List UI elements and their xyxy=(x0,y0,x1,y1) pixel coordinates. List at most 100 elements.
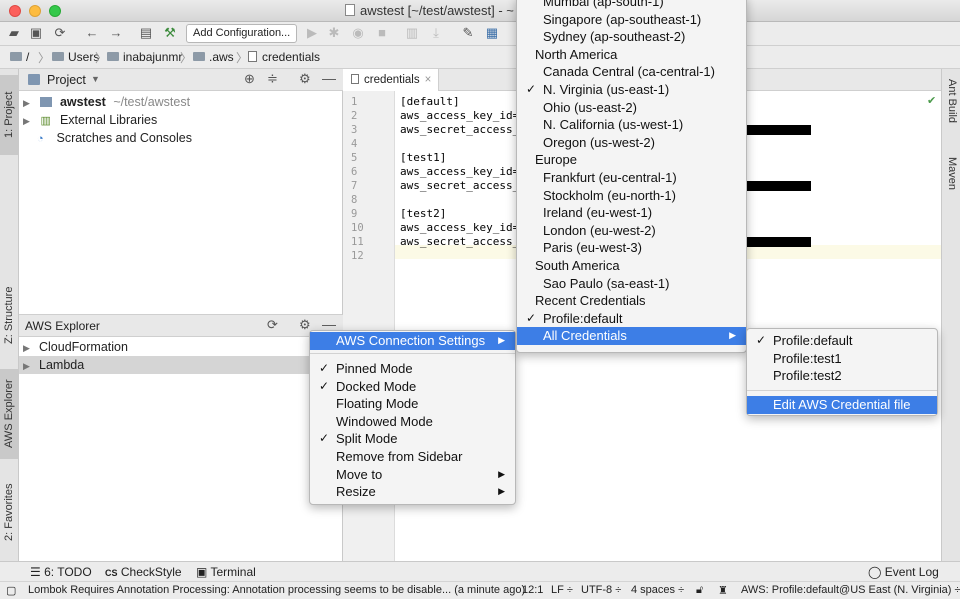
tab-aws-explorer[interactable]: AWS Explorer xyxy=(0,369,19,459)
tab-structure[interactable]: Z: Structure xyxy=(0,275,19,355)
forward-arrow-icon[interactable]: → xyxy=(108,25,124,41)
gear-icon[interactable]: ⚙ xyxy=(299,71,311,87)
menu-item-ohio-us-east-2[interactable]: Ohio (us-east-2) xyxy=(517,99,746,117)
menu-item-move-to[interactable]: Move to ▶ xyxy=(310,466,515,484)
checkmark-icon: ✓ xyxy=(526,310,537,325)
menu-item-sao-paulo-sa-east-1[interactable]: Sao Paulo (sa-east-1) xyxy=(517,275,746,293)
menu-item-profile-default[interactable]: ✓ Profile:default xyxy=(517,310,746,328)
menu-item-london-eu-west-2[interactable]: London (eu-west-2) xyxy=(517,222,746,240)
code-line: aws_access_key_id= xyxy=(400,221,520,234)
menu-item-edit-aws-credential-file[interactable]: Edit AWS Credential file xyxy=(747,396,937,414)
caret-position[interactable]: 12:1 xyxy=(522,584,543,596)
menu-item-all-credentials[interactable]: All Credentials ▶ xyxy=(517,327,746,345)
menu-item-oregon-us-west-2[interactable]: Oregon (us-west-2) xyxy=(517,134,746,152)
menu-item-aws-connection-settings[interactable]: AWS Connection Settings ▶ xyxy=(310,332,515,350)
line-separator[interactable]: LF ÷ xyxy=(551,584,573,596)
menu-item-canada-central-ca-central-1[interactable]: Canada Central (ca-central-1) xyxy=(517,63,746,81)
collapse-icon[interactable]: ≑ xyxy=(267,71,278,87)
menu-item-n-virginia-us-east-1[interactable]: ✓ N. Virginia (us-east-1) xyxy=(517,81,746,99)
breadcrumb-root[interactable]: / xyxy=(10,50,29,64)
tab-ant-build[interactable]: Ant Build xyxy=(942,79,960,145)
menu-item-ireland-eu-west-1[interactable]: Ireland (eu-west-1) xyxy=(517,204,746,222)
tab-todo[interactable]: ☰ 6: TODO xyxy=(30,565,92,579)
menu-item-windowed-mode[interactable]: Windowed Mode xyxy=(310,413,515,431)
run-icon[interactable]: ▶ xyxy=(304,25,320,41)
tab-terminal[interactable]: ▣ Terminal xyxy=(196,565,256,579)
refresh-icon[interactable]: ⟳ xyxy=(267,317,278,333)
status-message[interactable]: Lombok Requires Annotation Processing: A… xyxy=(28,584,525,596)
run-window-icon[interactable]: ▤ xyxy=(138,25,154,41)
breadcrumb-inabajunmr[interactable]: inabajunmr xyxy=(107,50,182,64)
menu-item-profile-test1[interactable]: Profile:test1 xyxy=(747,350,937,368)
menu-item-split-mode[interactable]: ✓ Split Mode xyxy=(310,430,515,448)
tab-checkstyle[interactable]: CS CheckStyle xyxy=(105,565,182,579)
open-folder-icon[interactable]: ▰ xyxy=(6,25,22,41)
sync-icon[interactable]: ⟳ xyxy=(52,25,68,41)
back-arrow-icon[interactable]: ← xyxy=(84,25,100,41)
zoom-window-button[interactable] xyxy=(49,5,61,17)
debug-icon[interactable]: ✱ xyxy=(326,25,342,41)
menu-item-sydney-ap-southeast-2[interactable]: Sydney (ap-southeast-2) xyxy=(517,28,746,46)
menu-item-label: Paris (eu-west-3) xyxy=(543,240,642,256)
add-configuration-button[interactable]: Add Configuration... xyxy=(186,24,298,43)
menu-item-profile-test2[interactable]: Profile:test2 xyxy=(747,367,937,385)
menu-item-stockholm-eu-north-1[interactable]: Stockholm (eu-north-1) xyxy=(517,187,746,205)
tab-credentials[interactable]: credentials × xyxy=(343,69,439,91)
menu-item-resize[interactable]: Resize ▶ xyxy=(310,483,515,501)
redaction-bar xyxy=(747,125,811,135)
wrench-icon[interactable]: ✎ xyxy=(460,25,476,41)
vcs-commit-icon[interactable]: ⤓ xyxy=(428,25,444,41)
build-hammer-icon[interactable]: ⚒ xyxy=(162,25,178,41)
close-window-button[interactable] xyxy=(9,5,21,17)
breadcrumb-aws[interactable]: .aws xyxy=(193,50,234,64)
menu-item-label: Stockholm (eu-north-1) xyxy=(543,187,676,203)
tree-item-scratches[interactable]: ◔ Scratches and Consoles xyxy=(19,129,343,147)
terminal-icon: ▣ xyxy=(196,565,208,579)
menu-item-label: Windowed Mode xyxy=(336,413,433,429)
stop-icon[interactable]: ■ xyxy=(374,25,390,41)
file-encoding[interactable]: UTF-8 ÷ xyxy=(581,584,621,596)
tab-favorites[interactable]: 2: Favorites xyxy=(0,473,19,551)
inspector-icon[interactable]: ♜ xyxy=(718,584,728,597)
chevron-down-icon[interactable]: ▼ xyxy=(91,74,100,84)
tree-item-external-libraries[interactable]: ▶ ▥ External Libraries xyxy=(19,111,343,129)
menu-item-paris-eu-west-3[interactable]: Paris (eu-west-3) xyxy=(517,239,746,257)
tab-maven[interactable]: Maven xyxy=(942,157,960,207)
breadcrumb-credentials[interactable]: credentials xyxy=(248,50,320,64)
tree-item-cloudformation[interactable]: ▶ CloudFormation xyxy=(19,338,343,356)
close-icon[interactable]: × xyxy=(425,74,432,86)
project-view-title[interactable]: Project xyxy=(47,73,86,87)
aws-connection-status[interactable]: AWS: Profile:default@US East (N. Virgini… xyxy=(741,584,960,596)
menu-section-south-america: South America xyxy=(517,257,746,275)
minimize-window-button[interactable] xyxy=(29,5,41,17)
tab-event-log[interactable]: ◯ Event Log xyxy=(868,565,939,579)
menu-item-floating-mode[interactable]: Floating Mode xyxy=(310,395,515,413)
tab-project[interactable]: 1: Project xyxy=(0,75,19,155)
save-icon[interactable]: ▣ xyxy=(28,25,44,41)
vcs-update-icon[interactable]: ▥ xyxy=(404,25,420,41)
status-panel-icon[interactable]: ▢ xyxy=(6,584,16,597)
tree-item-awstest[interactable]: ▶ awstest ~/test/awstest xyxy=(19,93,343,111)
locate-icon[interactable]: ⊕ xyxy=(244,71,255,87)
project-structure-icon[interactable]: ▦ xyxy=(484,25,500,41)
lock-icon[interactable]: 🔓︎ xyxy=(696,584,703,597)
region-menu: Mumbai (ap-south-1) Singapore (ap-southea… xyxy=(516,0,747,353)
menu-item-label: Europe xyxy=(535,152,577,168)
code-line: aws_secret_access_ xyxy=(400,123,520,136)
indent-setting[interactable]: 4 spaces ÷ xyxy=(631,584,684,596)
hide-panel-icon[interactable]: — xyxy=(322,70,336,86)
menu-item-remove-from-sidebar[interactable]: Remove from Sidebar xyxy=(310,448,515,466)
menu-item-docked-mode[interactable]: ✓ Docked Mode xyxy=(310,378,515,396)
line-number: 2 xyxy=(351,110,358,122)
coverage-icon[interactable]: ◉ xyxy=(350,25,366,41)
menu-item-singapore-ap-southeast-1[interactable]: Singapore (ap-southeast-1) xyxy=(517,11,746,29)
line-number: 12 xyxy=(351,250,364,262)
breadcrumb-users[interactable]: Users xyxy=(52,50,99,64)
inspection-ok-icon[interactable]: ✔ xyxy=(927,94,936,107)
menu-item-mumbai-ap-south-1[interactable]: Mumbai (ap-south-1) xyxy=(517,0,746,11)
menu-item-pinned-mode[interactable]: ✓ Pinned Mode xyxy=(310,360,515,378)
tree-item-lambda[interactable]: ▶ Lambda xyxy=(19,356,343,374)
menu-item-profile-default[interactable]: ✓ Profile:default xyxy=(747,332,937,350)
menu-item-n-california-us-west-1[interactable]: N. California (us-west-1) xyxy=(517,116,746,134)
menu-item-frankfurt-eu-central-1[interactable]: Frankfurt (eu-central-1) xyxy=(517,169,746,187)
